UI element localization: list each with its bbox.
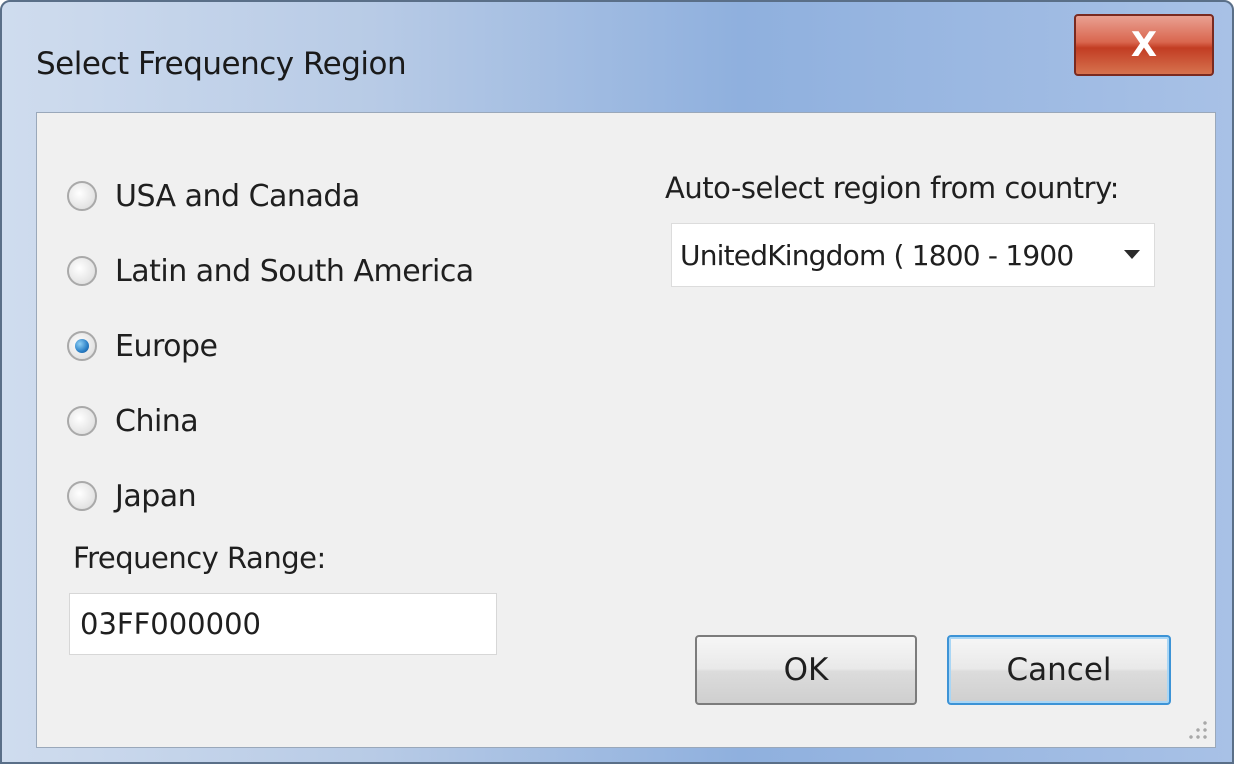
country-dropdown[interactable]: UnitedKingdom ( 1800 - 1900 xyxy=(671,223,1155,287)
radio-option-japan[interactable]: Japan xyxy=(67,471,197,521)
dialog-window: Select Frequency Region X USA and Canada… xyxy=(0,0,1234,764)
radio-label: Latin and South America xyxy=(115,253,474,289)
radio-selected-dot xyxy=(75,339,89,353)
radio-option-usa-canada[interactable]: USA and Canada xyxy=(67,171,360,221)
close-icon: X xyxy=(1130,25,1158,65)
radio-button[interactable] xyxy=(67,181,97,211)
radio-button[interactable] xyxy=(67,256,97,286)
chevron-down-icon[interactable] xyxy=(1124,250,1140,259)
cancel-button[interactable]: Cancel xyxy=(947,635,1171,705)
radio-label: Europe xyxy=(115,328,218,364)
ok-button[interactable]: OK xyxy=(695,635,917,705)
radio-label: Japan xyxy=(115,478,197,514)
auto-select-label: Auto-select region from country: xyxy=(665,171,1119,205)
radio-option-latin-south-america[interactable]: Latin and South America xyxy=(67,246,474,296)
window-title: Select Frequency Region xyxy=(36,46,407,82)
country-dropdown-value: UnitedKingdom ( 1800 - 1900 xyxy=(680,238,1074,272)
radio-button-selected[interactable] xyxy=(67,331,97,361)
resize-grip-icon[interactable] xyxy=(1187,719,1209,741)
radio-option-europe[interactable]: Europe xyxy=(67,321,218,371)
title-bar[interactable]: Select Frequency Region X xyxy=(2,2,1232,106)
radio-button[interactable] xyxy=(67,481,97,511)
close-button[interactable]: X xyxy=(1074,14,1214,76)
radio-option-china[interactable]: China xyxy=(67,396,199,446)
radio-button[interactable] xyxy=(67,406,97,436)
radio-label: China xyxy=(115,403,199,439)
dialog-content: USA and Canada Latin and South America E… xyxy=(36,112,1216,748)
radio-label: USA and Canada xyxy=(115,178,360,214)
frequency-range-label: Frequency Range: xyxy=(73,541,326,575)
frequency-range-input[interactable]: 03FF000000 xyxy=(69,593,497,655)
